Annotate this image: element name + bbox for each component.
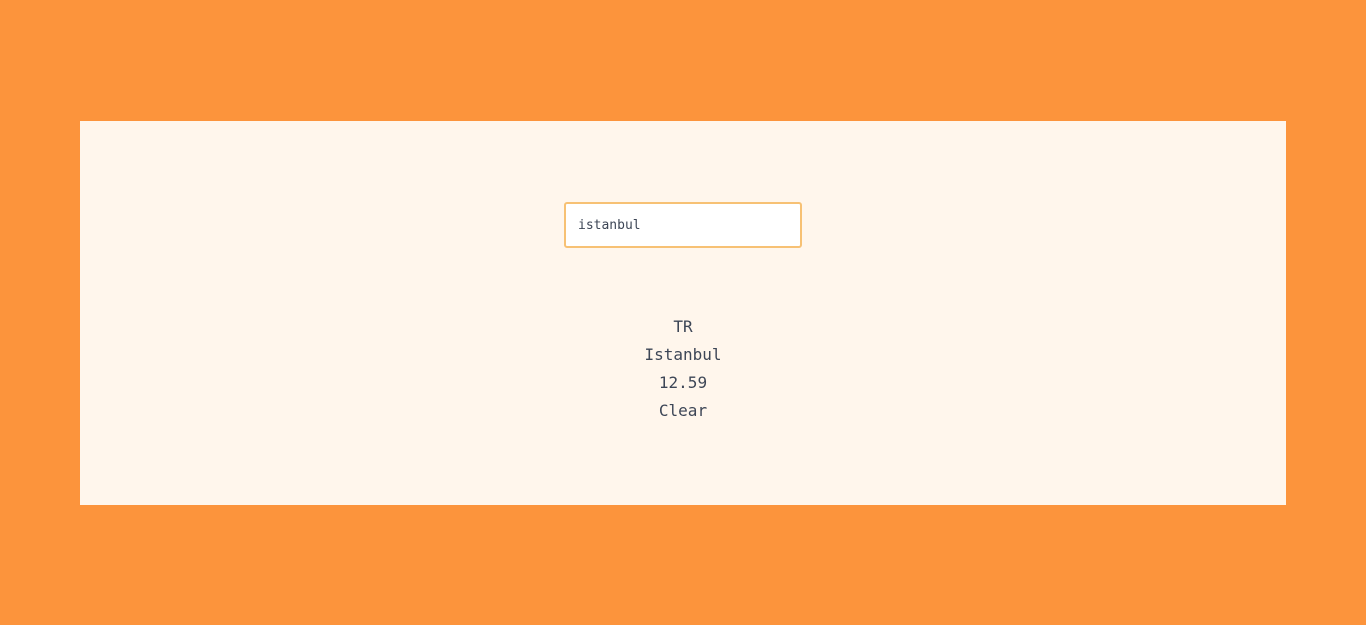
weather-card: TR Istanbul 12.59 Clear <box>80 121 1286 505</box>
city-name: Istanbul <box>644 345 722 364</box>
weather-result: TR Istanbul 12.59 Clear <box>80 313 1286 425</box>
weather-condition: Clear <box>658 401 708 420</box>
city-search-input[interactable] <box>564 202 802 248</box>
country-code: TR <box>673 317 693 336</box>
temperature-value: 12.59 <box>658 373 708 392</box>
